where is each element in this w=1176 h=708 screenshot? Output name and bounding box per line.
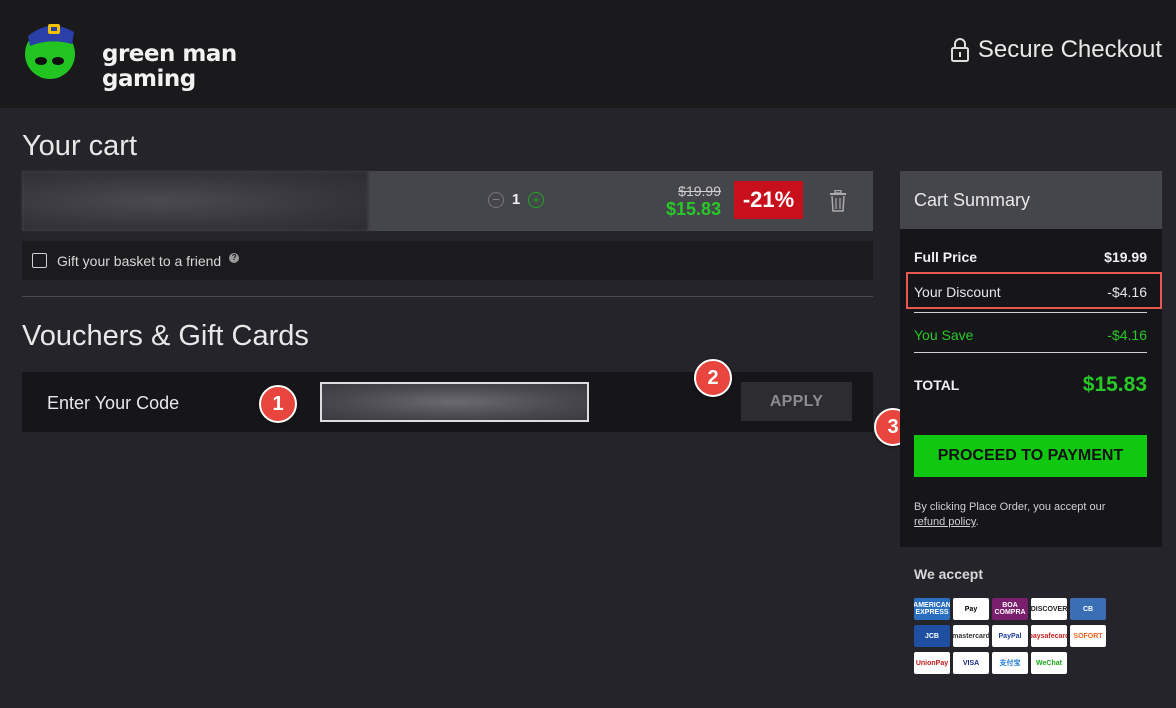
cart-summary-title: Cart Summary: [900, 171, 1162, 229]
payment-card-icon: DISCOVER: [1031, 598, 1067, 620]
full-price-row: Full Price $19.99: [914, 249, 1147, 265]
payment-card-icon: PayPal: [992, 625, 1028, 647]
discount-badge: -21%: [734, 181, 803, 219]
secure-checkout: Secure Checkout: [950, 34, 1162, 66]
payment-card-icon: WeChat: [1031, 652, 1067, 674]
step-marker-1: 1: [259, 385, 297, 423]
proceed-to-payment-button[interactable]: PROCEED TO PAYMENT: [914, 435, 1147, 477]
minus-icon[interactable]: −: [488, 191, 504, 208]
original-price: $19.99: [678, 183, 721, 199]
legal-text: By clicking Place Order, you accept our: [914, 501, 1106, 513]
site-header: green man gaming Secure Checkout: [0, 0, 1176, 108]
legal-notice: By clicking Place Order, you accept our …: [914, 500, 1154, 530]
payment-card-icon: BOA COMPRA: [992, 598, 1028, 620]
gift-basket-row: Gift your basket to a friend ?: [22, 241, 873, 280]
apply-button[interactable]: APPLY: [741, 382, 852, 421]
payment-card-icon: 支付宝: [992, 652, 1028, 674]
cart-title: Your cart: [22, 130, 137, 162]
payment-card-icon: SOFORT: [1070, 625, 1106, 647]
payment-card-icon: [1109, 625, 1145, 647]
discount-highlight-box: [906, 272, 1162, 309]
full-price-value: $19.99: [1104, 249, 1147, 265]
gift-checkbox[interactable]: [32, 253, 47, 268]
section-divider: [22, 296, 873, 297]
you-save-value: -$4.16: [1107, 327, 1147, 343]
payment-card-icon: UnionPay: [914, 652, 950, 674]
gift-label: Gift your basket to a friend: [57, 252, 222, 269]
plus-icon[interactable]: +: [528, 191, 544, 208]
vouchers-title: Vouchers & Gift Cards: [22, 320, 309, 352]
product-thumbnail[interactable]: [22, 171, 368, 231]
voucher-row: Enter Your Code APPLY: [22, 372, 873, 432]
green-man-logo-icon: [25, 24, 75, 79]
brand-line-2: gaming: [102, 66, 196, 92]
trash-icon[interactable]: [828, 190, 848, 212]
payment-card-icon: AMERICAN EXPRESS: [914, 598, 950, 620]
you-save-row: You Save -$4.16: [914, 327, 1147, 343]
total-row: TOTAL $15.83: [914, 373, 1147, 397]
help-icon[interactable]: ?: [229, 252, 240, 263]
payment-card-icon: paysafecard: [1031, 625, 1067, 647]
brand-logo[interactable]: green man gaming: [22, 14, 237, 92]
you-save-label: You Save: [914, 327, 974, 343]
summary-separator: [914, 352, 1147, 353]
payment-methods: AMERICAN EXPRESS Pay BOA COMPRA DISCOVER CB J…: [914, 598, 1118, 674]
brand-name: green man gaming: [102, 42, 242, 92]
lock-icon: [950, 38, 969, 62]
payment-card-icon: mastercard: [953, 625, 989, 647]
cart-item-row: − 1 + $19.99 $15.83 -21%: [22, 171, 873, 231]
we-accept-title: We accept: [914, 566, 983, 582]
payment-card-icon: Pay: [953, 598, 989, 620]
summary-separator: [914, 312, 1147, 313]
voucher-label: Enter Your Code: [47, 393, 180, 413]
sale-price: $15.83: [665, 199, 721, 219]
total-label: TOTAL: [914, 377, 960, 393]
voucher-code-input[interactable]: [320, 382, 589, 422]
payment-card-icon: [1109, 598, 1145, 620]
quantity-value: 1: [511, 191, 521, 208]
payment-card-icon: CB: [1070, 598, 1106, 620]
quantity-stepper: − 1 +: [488, 191, 544, 208]
full-price-label: Full Price: [914, 249, 978, 265]
brand-line-1: green man: [102, 41, 237, 67]
payment-card-icon: VISA: [953, 652, 989, 674]
step-marker-2: 2: [694, 359, 732, 397]
legal-end: .: [975, 516, 979, 528]
secure-checkout-label: Secure Checkout: [977, 36, 1162, 63]
total-value: $15.83: [1082, 373, 1147, 396]
refund-policy-link[interactable]: refund policy: [914, 516, 976, 528]
cart-summary-panel: Cart Summary Full Price $19.99 Your Disc…: [900, 171, 1162, 547]
payment-card-icon: JCB: [914, 625, 950, 647]
